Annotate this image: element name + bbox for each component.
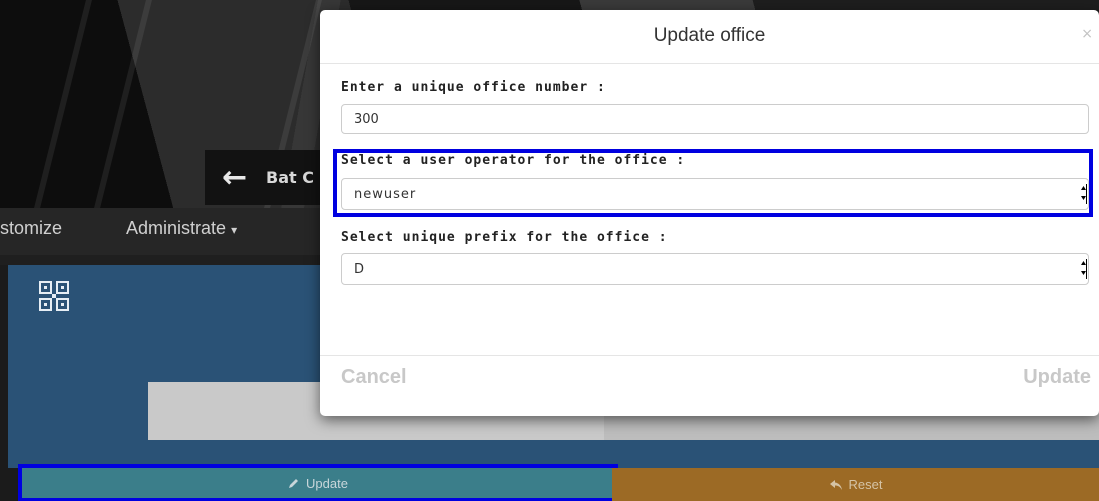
arrow-left-icon: ←	[222, 160, 248, 195]
nav-administrate-label: Administrate	[126, 218, 227, 238]
nav-customize[interactable]: stomize	[0, 218, 62, 239]
update-button-label: Update	[306, 475, 348, 491]
reply-icon	[829, 479, 842, 490]
page-action-row: Update Reset	[8, 464, 1099, 501]
caret-down-icon: ▾	[231, 223, 238, 237]
modal-update-button[interactable]: Update	[1023, 366, 1091, 389]
qr-code-icon	[39, 281, 69, 311]
prefix-selected-value: D	[354, 261, 366, 277]
office-number-input[interactable]	[341, 104, 1089, 134]
prefix-label: Select unique prefix for the office :	[341, 230, 668, 245]
nav-administrate[interactable]: Administrate ▾	[126, 218, 237, 239]
prefix-select[interactable]: D	[341, 253, 1089, 285]
reset-button-label: Reset	[848, 477, 883, 492]
update-button[interactable]: Update	[18, 464, 618, 501]
modal-footer-divider	[320, 355, 1099, 356]
reset-button[interactable]: Reset	[612, 468, 1099, 501]
user-operator-highlight	[333, 149, 1093, 217]
cancel-button[interactable]: Cancel	[341, 366, 407, 389]
select-arrows-icon	[1081, 259, 1087, 279]
modal-header-divider	[320, 63, 1099, 64]
close-icon[interactable]: ×	[1081, 26, 1093, 42]
pencil-icon	[289, 479, 299, 488]
signage-text: Bat C	[266, 168, 314, 187]
modal-title: Update office	[653, 25, 766, 46]
office-number-label: Enter a unique office number :	[341, 80, 606, 95]
